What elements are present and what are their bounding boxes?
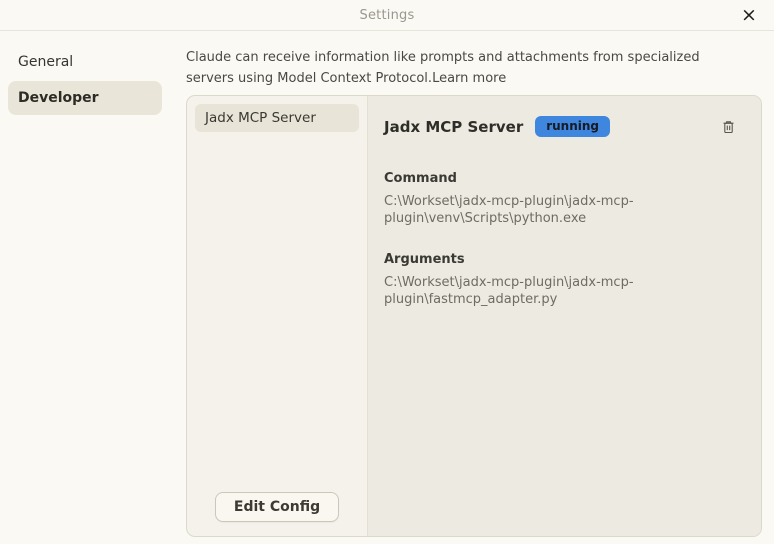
arguments-value: C:\Workset\jadx-mcp-plugin\jadx-mcp-plug… (384, 274, 634, 307)
arguments-field: Arguments C:\Workset\jadx-mcp-plugin\jad… (384, 252, 745, 309)
command-field: Command C:\Workset\jadx-mcp-plugin\jadx-… (384, 171, 745, 228)
server-name: Jadx MCP Server (384, 117, 524, 136)
server-list-panel: Jadx MCP Server Edit Config (187, 96, 368, 537)
learn-more-link[interactable]: Learn more (432, 71, 506, 86)
command-label: Command (384, 171, 457, 187)
sidebar-item-developer[interactable]: Developer (8, 81, 162, 115)
sidebar: General Developer (0, 31, 170, 543)
sidebar-item-general[interactable]: General (8, 47, 162, 77)
developer-content: Claude can receive information like prom… (170, 31, 774, 543)
server-list-item[interactable]: Jadx MCP Server (195, 104, 359, 133)
window-title: Settings (359, 7, 415, 23)
server-detail-panel: Jadx MCP Server running Command C:\Works… (368, 96, 761, 537)
trash-icon[interactable] (722, 120, 735, 134)
server-detail-header: Jadx MCP Server running (384, 116, 745, 138)
titlebar: Settings × (0, 0, 774, 31)
edit-config-button[interactable]: Edit Config (214, 492, 340, 523)
status-badge: running (535, 116, 611, 138)
mcp-description: Claude can receive information like prom… (186, 47, 751, 89)
arguments-label: Arguments (384, 251, 465, 267)
mcp-servers-card: Jadx MCP Server Edit Config Jadx MCP Ser… (186, 95, 762, 538)
command-value: C:\Workset\jadx-mcp-plugin\jadx-mcp-plug… (384, 194, 634, 226)
settings-body: General Developer Claude can receive inf… (0, 31, 774, 543)
server-list-spacer (195, 132, 359, 492)
close-icon[interactable]: × (737, 0, 761, 31)
